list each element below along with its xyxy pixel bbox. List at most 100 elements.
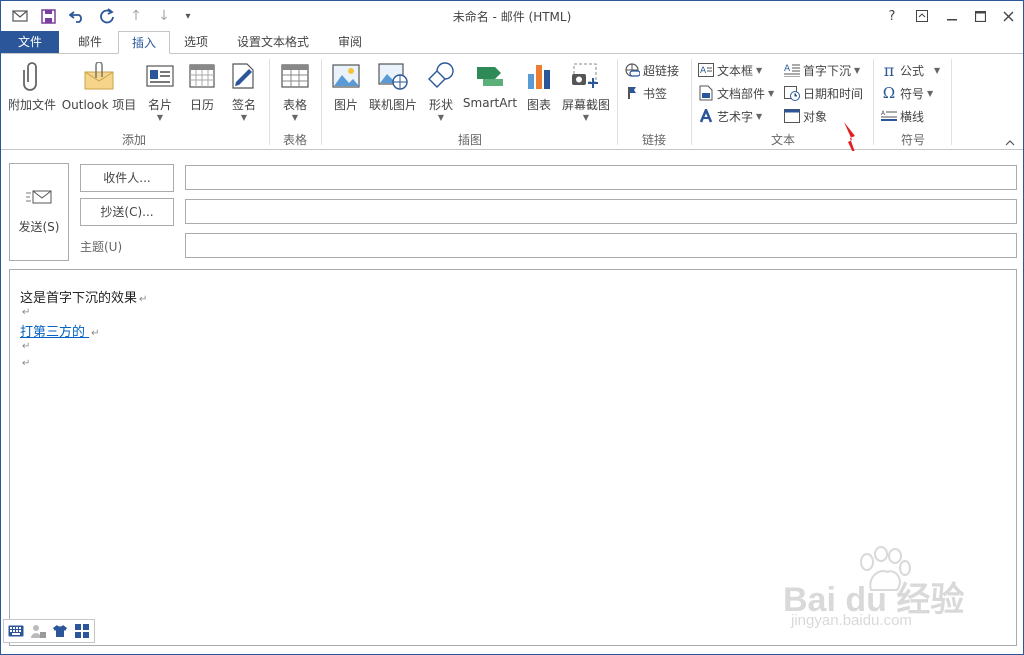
screenshot-label: 屏幕截图: [561, 98, 610, 112]
horizontal-line-button[interactable]: A 横线: [881, 106, 924, 126]
outlook-compose-window: ↑ ↓ ▾ 未命名 - 邮件 (HTML) ? 文件 邮件 插入 选项 设置文本…: [0, 0, 1024, 655]
group-divider: [873, 59, 874, 145]
textbox-button[interactable]: A 文本框 ▼: [698, 60, 762, 80]
subject-field[interactable]: [185, 233, 1017, 258]
title-bar: ↑ ↓ ▾ 未命名 - 邮件 (HTML) ?: [1, 1, 1023, 31]
attach-file-button[interactable]: 附加文件: [5, 60, 59, 130]
paragraph-mark: ↵: [22, 341, 31, 352]
shapes-button[interactable]: 形状 ▼: [423, 60, 459, 130]
equation-button[interactable]: π 公式 ▼: [881, 60, 940, 80]
svg-text:A: A: [700, 66, 707, 76]
smartart-button[interactable]: SmartArt: [461, 60, 519, 130]
table-icon: [279, 60, 311, 92]
tab-review[interactable]: 审阅: [327, 31, 373, 53]
equation-label: 公式: [900, 63, 925, 78]
smartart-icon: [474, 60, 506, 92]
cc-button[interactable]: 抄送(C)...: [80, 198, 174, 226]
group-divider: [321, 59, 322, 145]
outlook-item-label: Outlook 项目: [61, 98, 137, 112]
window-title: 未命名 - 邮件 (HTML): [452, 10, 572, 24]
quick-parts-button[interactable]: 文档部件 ▼: [698, 83, 774, 103]
shapes-label: 形状: [428, 98, 453, 112]
table-button[interactable]: 表格 ▼: [275, 60, 315, 130]
apps-icon[interactable]: [74, 623, 90, 639]
body-line-5: ↵: [20, 355, 30, 370]
drop-cap-dropdown-icon: ▼: [854, 65, 861, 75]
ribbon-display-options-button[interactable]: [909, 5, 935, 27]
online-pictures-label: 联机图片: [368, 98, 417, 112]
shapes-dropdown-icon: ▼: [437, 113, 445, 122]
paragraph-mark: ↵: [22, 358, 31, 369]
ribbon-tabs: 文件 邮件 插入 选项 设置文本格式 审阅: [1, 31, 1023, 54]
shirt-icon[interactable]: [52, 623, 68, 639]
minimize-button[interactable]: [939, 5, 965, 27]
maximize-button[interactable]: [967, 5, 993, 27]
date-time-button[interactable]: 日期和时间: [784, 83, 863, 103]
wordart-label: 艺术字: [717, 109, 754, 124]
cc-field[interactable]: [185, 199, 1017, 224]
tab-insert[interactable]: 插入: [118, 31, 170, 54]
pi-icon: π: [883, 60, 895, 80]
send-envelope-icon: [26, 189, 52, 208]
drop-cap-button[interactable]: A 首字下沉 ▼: [784, 60, 860, 80]
help-button[interactable]: ?: [879, 5, 905, 27]
compose-header: 发送(S) 收件人... 抄送(C)... 主题(U): [1, 151, 1023, 265]
wordart-button[interactable]: 艺术字 ▼: [698, 106, 762, 126]
watermark-url: jingyan.baidu.com: [791, 612, 912, 629]
hyperlink-button[interactable]: 超链接: [624, 60, 679, 80]
paragraph-mark: ↵: [91, 328, 100, 339]
paragraph-mark: ↵: [139, 294, 148, 305]
signature-icon: [228, 60, 260, 92]
to-button[interactable]: 收件人...: [80, 164, 174, 192]
tab-file[interactable]: 文件: [1, 31, 59, 53]
group-divider: [951, 59, 952, 145]
business-card-icon: [144, 60, 176, 92]
add-group-label: 添加: [121, 133, 146, 147]
table-label: 表格: [282, 98, 307, 112]
screenshot-icon: [570, 60, 602, 92]
keyboard-icon[interactable]: [8, 623, 24, 639]
signature-label: 签名: [231, 98, 256, 112]
bookmark-icon: [624, 85, 640, 101]
omega-icon: Ω: [882, 84, 896, 102]
chart-button[interactable]: 图表: [521, 60, 557, 130]
signature-dropdown-icon: ▼: [240, 113, 248, 122]
to-field[interactable]: [185, 165, 1017, 190]
symbols-group-label: 符号: [900, 133, 925, 147]
envelope-clip-icon: [83, 60, 115, 92]
textbox-icon: A: [698, 62, 714, 78]
online-pictures-button[interactable]: 联机图片: [367, 60, 419, 130]
drop-cap-label: 首字下沉: [803, 63, 852, 78]
ribbon: 附加文件 Outlook 项目 名片 ▼ 日历 签名 ▼ 添加 表格 ▼ 表格 …: [1, 53, 1023, 172]
tab-message[interactable]: 邮件: [67, 31, 113, 53]
calendar-button[interactable]: 日历: [183, 60, 221, 130]
signature-button[interactable]: 签名 ▼: [225, 60, 263, 130]
horizontal-line-label: 横线: [900, 109, 925, 124]
people-icon[interactable]: [30, 623, 46, 639]
business-card-button[interactable]: 名片 ▼: [141, 60, 179, 130]
table-dropdown-icon: ▼: [291, 113, 299, 122]
shapes-icon: [425, 60, 457, 92]
hyperlink-label: 超链接: [643, 63, 680, 78]
symbol-button[interactable]: Ω 符号 ▼: [881, 83, 933, 103]
bookmark-button[interactable]: 书签: [624, 83, 667, 103]
tab-format-text[interactable]: 设置文本格式: [227, 31, 319, 53]
screenshot-dropdown-icon: ▼: [582, 113, 590, 122]
send-button[interactable]: 发送(S): [9, 163, 69, 261]
tab-options[interactable]: 选项: [173, 31, 219, 53]
screenshot-button[interactable]: 屏幕截图 ▼: [559, 60, 613, 130]
group-divider: [691, 59, 692, 145]
close-button[interactable]: [995, 5, 1021, 27]
chart-label: 图表: [526, 98, 551, 112]
object-button[interactable]: 对象: [784, 106, 827, 126]
online-picture-icon: [377, 60, 409, 92]
quick-parts-dropdown-icon: ▼: [768, 88, 775, 98]
chart-icon: [523, 60, 555, 92]
object-icon: [784, 108, 800, 124]
baidu-watermark: Bai du 经验 jingyan.baidu.com: [783, 546, 983, 636]
textbox-label: 文本框: [717, 63, 754, 78]
equation-dropdown-icon: ▼: [934, 65, 941, 75]
pictures-button[interactable]: 图片: [327, 60, 365, 130]
collapse-ribbon-icon[interactable]: [1005, 138, 1015, 149]
outlook-item-button[interactable]: Outlook 项目: [61, 60, 137, 130]
